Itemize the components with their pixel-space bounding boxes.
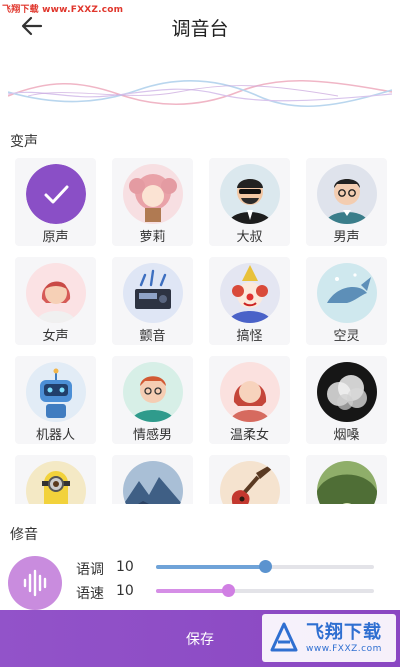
speed-value: 10: [116, 583, 134, 599]
voice-label: 空灵: [333, 329, 360, 344]
speed-slider[interactable]: [156, 584, 374, 597]
voice-label: 颤音: [139, 329, 166, 344]
voice-option-original[interactable]: 原声: [15, 158, 96, 246]
gentle-woman-avatar-icon: [220, 362, 280, 422]
voice-label: 烟嗓: [333, 428, 360, 443]
pitch-value: 10: [116, 559, 134, 575]
voice-grid: 原声 萝莉 大叔 男声 女声 颤音 搞怪 空灵 机器人 情感男 温柔女 烟嗓: [15, 158, 387, 504]
minion-icon: [26, 461, 86, 504]
voice-option-emotional-man[interactable]: 情感男: [112, 356, 193, 444]
voice-label: 搞怪: [236, 329, 263, 344]
voice-option-mountain[interactable]: [112, 455, 193, 504]
pitch-slider-thumb[interactable]: [259, 560, 272, 573]
uncle-avatar-icon: [220, 164, 280, 224]
voice-option-male[interactable]: 男声: [306, 158, 387, 246]
voice-option-smoky[interactable]: 烟嗓: [306, 356, 387, 444]
logo-mark-icon: [270, 622, 298, 652]
voice-option-female[interactable]: 女声: [15, 257, 96, 345]
pitch-label: 语调: [76, 562, 104, 578]
logo-text: 飞翔下载: [306, 622, 382, 643]
voice-label: 大叔: [236, 230, 263, 245]
smoke-icon: [317, 362, 377, 422]
voice-label: 女声: [42, 329, 69, 344]
speed-label: 语速: [76, 586, 104, 602]
voice-label: 情感男: [132, 428, 172, 443]
pitch-slider[interactable]: [156, 560, 374, 573]
voice-option-cave[interactable]: [306, 455, 387, 504]
voice-option-ethereal[interactable]: 空灵: [306, 257, 387, 345]
voice-option-gentle-woman[interactable]: 温柔女: [209, 356, 290, 444]
page-title: 调音台: [171, 18, 229, 40]
voice-label: 温柔女: [229, 428, 269, 443]
voice-label: 男声: [333, 230, 360, 245]
voice-option-robot[interactable]: 机器人: [15, 356, 96, 444]
loli-avatar-icon: [123, 164, 183, 224]
speed-slider-fill: [156, 589, 228, 593]
cave-icon: [317, 461, 377, 504]
voice-option-funny[interactable]: 搞怪: [209, 257, 290, 345]
logo-url: www.FXXZ.com: [306, 644, 382, 654]
female-avatar-icon: [26, 263, 86, 323]
robot-avatar-icon: [26, 362, 86, 422]
emotional-man-avatar-icon: [123, 362, 183, 422]
male-avatar-icon: [317, 164, 377, 224]
site-logo: 飞翔下载 www.FXXZ.com: [262, 614, 396, 662]
tuning-heading: 修音: [10, 527, 38, 543]
voice-option-uncle[interactable]: 大叔: [209, 158, 290, 246]
voice-wave-button[interactable]: [8, 556, 62, 610]
speed-slider-thumb[interactable]: [221, 584, 235, 597]
tuning-panel: 语调 10 语速 10: [0, 548, 400, 610]
audio-waveform: [8, 79, 392, 108]
vibrato-speaker-icon: [123, 263, 183, 323]
guitar-icon: [220, 461, 280, 504]
voice-change-heading: 变声: [10, 134, 38, 150]
header: 调音台: [0, 0, 400, 52]
voice-label: 原声: [42, 230, 69, 245]
pitch-slider-fill: [156, 565, 265, 569]
voice-label: 机器人: [35, 428, 75, 443]
mountain-icon: [123, 461, 183, 504]
sound-wave-icon: [23, 569, 47, 597]
voice-label: 萝莉: [139, 230, 166, 245]
check-icon: [26, 164, 86, 224]
voice-option-guitar[interactable]: [209, 455, 290, 504]
ethereal-whale-icon: [317, 263, 377, 323]
clown-avatar-icon: [220, 263, 280, 323]
voice-option-vibrato[interactable]: 颤音: [112, 257, 193, 345]
voice-option-loli[interactable]: 萝莉: [112, 158, 193, 246]
voice-option-minion[interactable]: [15, 455, 96, 504]
